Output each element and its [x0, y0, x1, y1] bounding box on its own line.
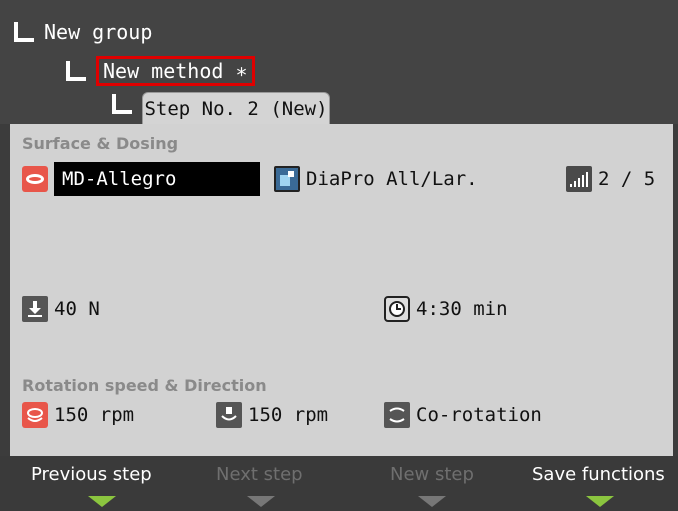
- step-tab-label: Step No. 2 (New): [144, 98, 328, 120]
- suspension-field[interactable]: DiaPro All/Lar.: [274, 166, 478, 192]
- dosing-value: 2 / 5: [598, 168, 656, 190]
- tree-elbow-icon: [14, 22, 34, 42]
- disc-speed-field[interactable]: 150 rpm: [22, 402, 134, 428]
- next-step-button[interactable]: Next step: [216, 464, 303, 485]
- previous-step-indicator-icon: [88, 496, 116, 507]
- screen: New group New method ∗ Step No. 2 (New) …: [0, 0, 678, 511]
- tab-step[interactable]: Step No. 2 (New): [142, 92, 330, 125]
- tree-elbow-icon: [66, 61, 86, 81]
- softkey-bar: Previous step Next step New step Save fu…: [0, 456, 678, 511]
- save-functions-button[interactable]: Save functions: [532, 464, 665, 485]
- dosing-field[interactable]: 2 / 5: [566, 166, 655, 192]
- surface-value: MD-Allegro: [54, 162, 260, 196]
- holder-speed-value: 150 rpm: [248, 404, 329, 426]
- tree-step: [112, 94, 142, 114]
- clock-icon: [384, 296, 410, 322]
- new-step-button[interactable]: New step: [390, 464, 474, 485]
- force-down-icon: [22, 296, 48, 322]
- previous-step-button[interactable]: Previous step: [31, 464, 152, 485]
- disc-rotation-icon: [22, 402, 48, 428]
- holder-speed-field[interactable]: 150 rpm: [216, 402, 328, 428]
- surface-disc-icon: [22, 166, 48, 192]
- tree-elbow-icon: [112, 94, 132, 114]
- section-title-rotation: Rotation speed & Direction: [22, 376, 267, 395]
- new-step-indicator-icon: [418, 496, 446, 507]
- step-panel: Surface & Dosing MD-Allegro DiaPro All/L…: [10, 124, 673, 456]
- group-label: New group: [44, 20, 153, 44]
- direction-field[interactable]: Co-rotation: [384, 402, 542, 428]
- time-field[interactable]: 4:30 min: [384, 296, 508, 322]
- next-step-indicator-icon: [247, 496, 275, 507]
- dosing-level-icon: [566, 166, 592, 192]
- direction-value: Co-rotation: [416, 404, 542, 426]
- section-title-surface: Surface & Dosing: [22, 134, 179, 153]
- holder-rotation-icon: [216, 402, 242, 428]
- surface-field[interactable]: MD-Allegro: [22, 162, 260, 196]
- tree-group[interactable]: New group: [14, 20, 152, 44]
- time-value: 4:30 min: [416, 298, 508, 320]
- method-tree: New group New method ∗ Step No. 2 (New): [0, 0, 678, 125]
- suspension-value: DiaPro All/Lar.: [306, 168, 478, 190]
- rotation-direction-icon: [384, 402, 410, 428]
- force-value: 40 N: [54, 298, 100, 320]
- suspension-bottle-icon: [274, 166, 300, 192]
- save-functions-indicator-icon: [586, 496, 614, 507]
- disc-speed-value: 150 rpm: [54, 404, 135, 426]
- force-field[interactable]: 40 N: [22, 296, 100, 322]
- method-label: New method ∗: [96, 56, 255, 86]
- tree-method[interactable]: New method ∗: [66, 56, 255, 86]
